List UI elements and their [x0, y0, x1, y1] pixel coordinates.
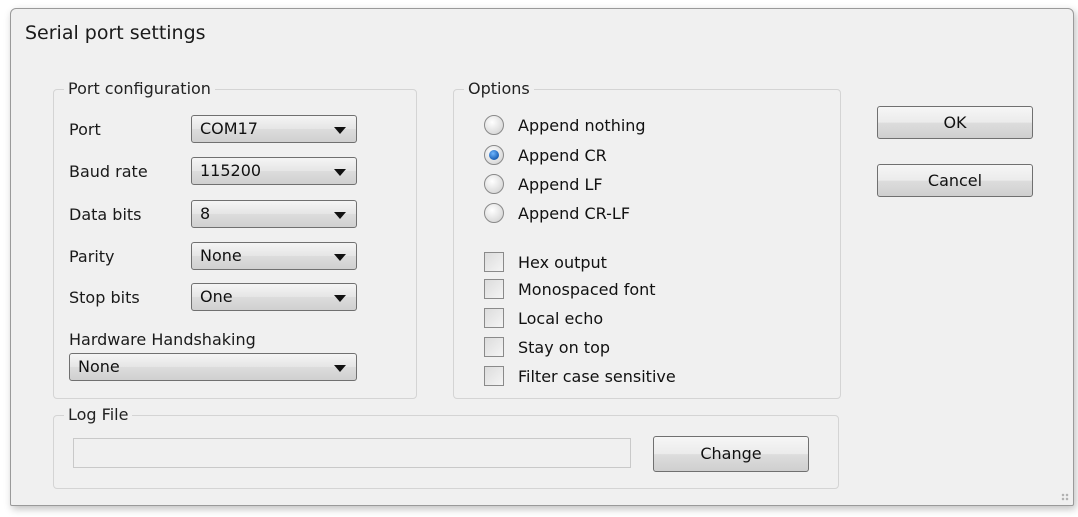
stay-on-top-label: Stay on top — [518, 337, 611, 357]
checkbox-icon — [484, 279, 504, 299]
data-bits-select-value: 8 — [200, 204, 211, 223]
parity-select[interactable]: None — [191, 242, 357, 270]
baud-rate-select-value: 115200 — [200, 161, 262, 180]
append-cr-label: Append CR — [518, 145, 607, 165]
checkbox-icon — [484, 252, 504, 272]
log-file-title: Log File — [64, 405, 133, 424]
radio-button-selected-icon — [484, 145, 504, 165]
options-group: Options Append nothing Append CR Append … — [453, 79, 841, 399]
radio-button-icon — [484, 174, 504, 194]
radio-button-icon — [484, 203, 504, 223]
cancel-button[interactable]: Cancel — [877, 164, 1033, 197]
checkbox-icon — [484, 308, 504, 328]
log-file-path-field[interactable] — [73, 438, 631, 468]
ok-button[interactable]: OK — [877, 106, 1033, 139]
hardware-handshaking-select-value: None — [78, 357, 120, 376]
hardware-handshaking-select[interactable]: None — [69, 353, 357, 381]
parity-select-value: None — [200, 246, 242, 265]
local-echo-label: Local echo — [518, 308, 604, 328]
data-bits-select[interactable]: 8 — [191, 200, 357, 228]
stay-on-top-checkbox[interactable]: Stay on top — [484, 335, 610, 359]
log-file-group: Log File Change — [53, 405, 839, 489]
port-configuration-title: Port configuration — [64, 79, 215, 98]
chevron-down-icon — [334, 169, 346, 176]
resize-grip-icon[interactable] — [1061, 493, 1069, 501]
hardware-handshaking-label: Hardware Handshaking — [69, 330, 256, 349]
append-lf-label: Append LF — [518, 174, 603, 194]
chevron-down-icon — [334, 212, 346, 219]
radio-button-icon — [484, 115, 504, 135]
append-cr-lf-label: Append CR-LF — [518, 203, 631, 223]
change-button[interactable]: Change — [653, 436, 809, 472]
local-echo-checkbox[interactable]: Local echo — [484, 306, 603, 330]
monospaced-font-label: Monospaced font — [518, 279, 656, 299]
monospaced-font-checkbox[interactable]: Monospaced font — [484, 277, 656, 301]
parity-label: Parity — [69, 247, 115, 266]
chevron-down-icon — [334, 127, 346, 134]
stop-bits-select[interactable]: One — [191, 283, 357, 311]
baud-rate-select[interactable]: 115200 — [191, 157, 357, 185]
serial-port-settings-dialog: Serial port settings Port configuration … — [10, 8, 1074, 506]
options-title: Options — [464, 79, 534, 98]
dialog-title: Serial port settings — [25, 22, 206, 44]
checkbox-icon — [484, 366, 504, 386]
checkbox-icon — [484, 337, 504, 357]
append-nothing-label: Append nothing — [518, 115, 646, 135]
chevron-down-icon — [334, 295, 346, 302]
port-select-value: COM17 — [200, 119, 258, 138]
append-cr-radio[interactable]: Append CR — [484, 143, 607, 167]
append-lf-radio[interactable]: Append LF — [484, 172, 603, 196]
chevron-down-icon — [334, 365, 346, 372]
port-select[interactable]: COM17 — [191, 115, 357, 143]
filter-case-sensitive-label: Filter case sensitive — [518, 366, 676, 386]
hex-output-checkbox[interactable]: Hex output — [484, 250, 607, 274]
append-nothing-radio[interactable]: Append nothing — [484, 113, 646, 137]
chevron-down-icon — [334, 254, 346, 261]
port-configuration-group: Port configuration Port COM17 Baud rate … — [53, 79, 417, 399]
stop-bits-select-value: One — [200, 287, 233, 306]
baud-rate-label: Baud rate — [69, 162, 148, 181]
data-bits-label: Data bits — [69, 205, 142, 224]
append-cr-lf-radio[interactable]: Append CR-LF — [484, 201, 630, 225]
port-label: Port — [69, 120, 101, 139]
hex-output-label: Hex output — [518, 252, 607, 272]
filter-case-sensitive-checkbox[interactable]: Filter case sensitive — [484, 364, 676, 388]
stop-bits-label: Stop bits — [69, 288, 140, 307]
